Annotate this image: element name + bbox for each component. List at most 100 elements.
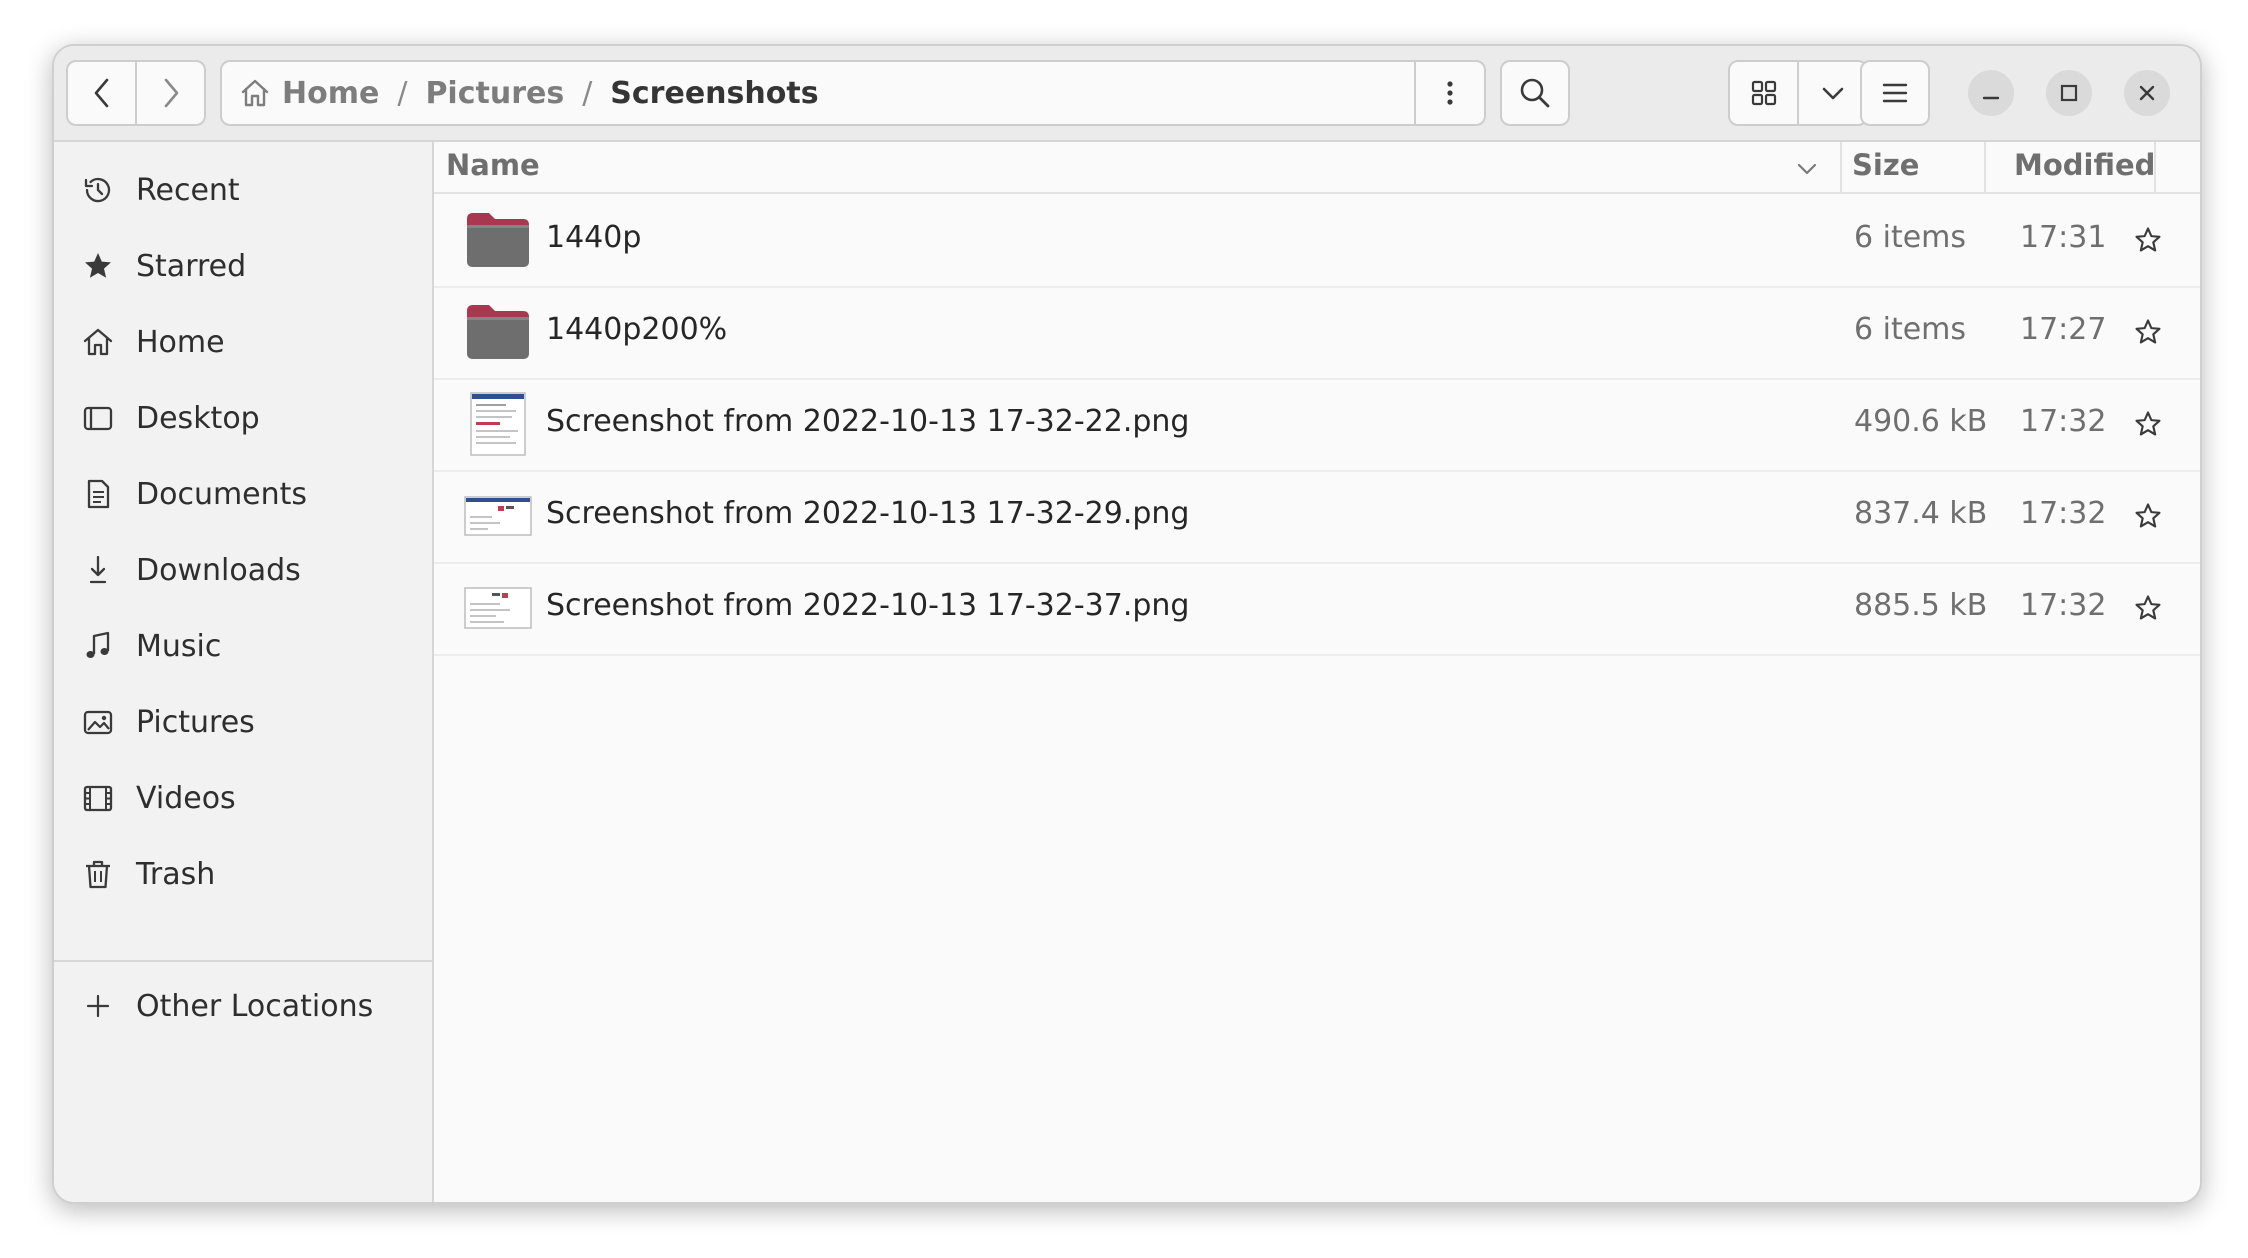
view-options-button[interactable] (1799, 62, 1866, 124)
file-modified: 17:32 (2020, 404, 2107, 439)
sidebar: Recent Starred Home Desktop Documents Do… (54, 142, 434, 1202)
close-icon (2139, 85, 2155, 101)
folder-icon (464, 300, 532, 364)
sidebar-item-trash[interactable]: Trash (54, 836, 432, 912)
star-outline-icon[interactable] (2130, 590, 2166, 626)
sidebar-item-label: Videos (136, 780, 236, 816)
column-header: Name Size Modified (434, 142, 2200, 194)
breadcrumb-home[interactable]: Home (282, 76, 379, 111)
vertical-ellipsis-icon (1447, 81, 1453, 105)
column-header-size[interactable]: Size (1852, 148, 1919, 182)
sidebar-item-home[interactable]: Home (54, 304, 432, 380)
desktop-icon (80, 400, 116, 436)
sidebar-divider (54, 960, 432, 962)
image-thumbnail (464, 576, 532, 640)
plus-icon (80, 988, 116, 1024)
file-row[interactable]: Screenshot from 2022-10-13 17-32-37.png … (434, 562, 2200, 656)
star-outline-icon[interactable] (2130, 406, 2166, 442)
header-bar: Home / Pictures / Screenshots (54, 46, 2200, 142)
file-name: Screenshot from 2022-10-13 17-32-37.png (546, 588, 1190, 623)
sidebar-item-label: Trash (136, 856, 216, 892)
maximize-icon (2060, 84, 2078, 102)
column-separator (1984, 142, 1986, 192)
file-row[interactable]: 1440p 6 items 17:31 (434, 194, 2200, 288)
back-button[interactable] (68, 62, 137, 124)
folder-icon (464, 208, 532, 272)
column-separator (1840, 142, 1842, 192)
sort-chevron-down-icon[interactable] (1794, 154, 1820, 188)
chevron-down-icon (1822, 87, 1843, 100)
trash-icon (80, 856, 116, 892)
video-icon (80, 780, 116, 816)
navigation-buttons (66, 60, 206, 126)
breadcrumb-pictures[interactable]: Pictures (425, 76, 564, 111)
sidebar-item-label: Home (136, 324, 225, 360)
file-name: 1440p (546, 220, 642, 255)
home-icon (80, 324, 116, 360)
sidebar-item-documents[interactable]: Documents (54, 456, 432, 532)
star-outline-icon[interactable] (2130, 498, 2166, 534)
forward-button[interactable] (137, 62, 204, 124)
sidebar-item-recent[interactable]: Recent (54, 152, 432, 228)
minimize-icon (1982, 96, 2000, 100)
sidebar-item-downloads[interactable]: Downloads (54, 532, 432, 608)
image-thumbnail (464, 392, 532, 456)
sidebar-item-label: Starred (136, 248, 247, 284)
sidebar-item-videos[interactable]: Videos (54, 760, 432, 836)
document-icon (80, 476, 116, 512)
sidebar-item-label: Documents (136, 476, 308, 512)
sidebar-item-starred[interactable]: Starred (54, 228, 432, 304)
star-outline-icon[interactable] (2130, 314, 2166, 350)
search-button[interactable] (1500, 60, 1570, 126)
grid-icon (1751, 80, 1776, 106)
sidebar-item-label: Downloads (136, 552, 301, 588)
file-modified: 17:32 (2020, 588, 2107, 623)
maximize-button[interactable] (2046, 70, 2092, 116)
sidebar-item-label: Music (136, 628, 222, 664)
file-size: 6 items (1854, 220, 1967, 255)
column-separator (2154, 142, 2156, 192)
search-icon (1520, 78, 1550, 108)
file-modified: 17:32 (2020, 496, 2107, 531)
music-icon (80, 628, 116, 664)
close-button[interactable] (2124, 70, 2170, 116)
image-thumbnail (464, 484, 532, 548)
minimize-button[interactable] (1968, 70, 2014, 116)
sidebar-item-label: Other Locations (136, 988, 374, 1024)
file-size: 837.4 kB (1854, 496, 1988, 531)
file-name: Screenshot from 2022-10-13 17-32-22.png (546, 404, 1190, 439)
file-row[interactable]: Screenshot from 2022-10-13 17-32-22.png … (434, 378, 2200, 472)
sidebar-item-desktop[interactable]: Desktop (54, 380, 432, 456)
file-modified: 17:27 (2020, 312, 2107, 347)
path-bar: Home / Pictures / Screenshots (220, 60, 1486, 126)
chevron-left-icon (94, 78, 108, 108)
sidebar-item-label: Recent (136, 172, 240, 208)
clock-icon (80, 172, 116, 208)
home-icon (238, 76, 272, 110)
main-menu-button[interactable] (1860, 60, 1930, 126)
sidebar-item-pictures[interactable]: Pictures (54, 684, 432, 760)
file-name: 1440p200% (546, 312, 728, 347)
breadcrumb: Home / Pictures / Screenshots (222, 62, 1414, 124)
file-list-view: Name Size Modified 1440p 6 items 17:31 1… (434, 142, 2200, 1202)
column-header-name[interactable]: Name (446, 148, 540, 182)
sidebar-item-other-locations[interactable]: Other Locations (54, 968, 432, 1044)
grid-view-button[interactable] (1730, 62, 1799, 124)
breadcrumb-separator: / (397, 75, 408, 111)
sidebar-item-label: Desktop (136, 400, 260, 436)
sidebar-item-label: Pictures (136, 704, 255, 740)
file-size: 490.6 kB (1854, 404, 1988, 439)
file-manager-window: Home / Pictures / Screenshots Recent Sta… (52, 44, 2202, 1204)
download-icon (80, 552, 116, 588)
location-menu-button[interactable] (1414, 62, 1484, 124)
sidebar-item-music[interactable]: Music (54, 608, 432, 684)
file-row[interactable]: 1440p200% 6 items 17:27 (434, 286, 2200, 380)
hamburger-menu-icon (1882, 83, 1908, 103)
column-header-modified[interactable]: Modified (2014, 148, 2155, 182)
star-outline-icon[interactable] (2130, 222, 2166, 258)
file-row[interactable]: Screenshot from 2022-10-13 17-32-29.png … (434, 470, 2200, 564)
file-name: Screenshot from 2022-10-13 17-32-29.png (546, 496, 1190, 531)
view-controls (1728, 60, 1868, 126)
file-modified: 17:31 (2020, 220, 2107, 255)
breadcrumb-screenshots[interactable]: Screenshots (610, 76, 818, 111)
